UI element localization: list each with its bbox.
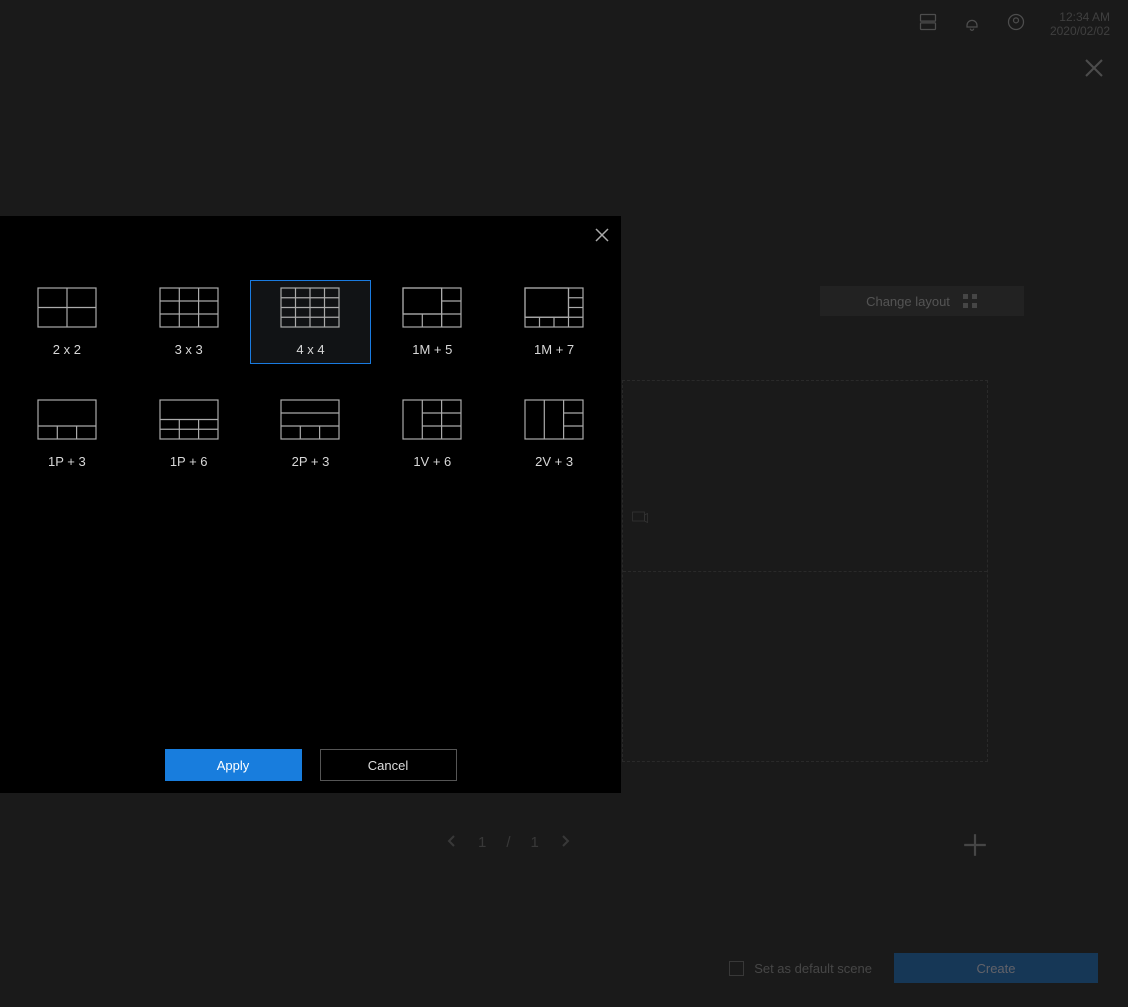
pager: 1 / 1 bbox=[446, 834, 571, 851]
scene-grid bbox=[622, 380, 988, 762]
clock: 12:34 AM 2020/02/02 bbox=[1050, 10, 1110, 39]
user-icon[interactable] bbox=[1006, 12, 1026, 37]
checkbox-box bbox=[729, 961, 744, 976]
layout-option-2x2[interactable]: 2 x 2 bbox=[6, 280, 128, 364]
prev-page-button[interactable] bbox=[446, 834, 458, 851]
layout-option-label: 2P + 3 bbox=[292, 454, 330, 469]
layout-grid: 2 x 2 3 x 3 4 x 4 1M + 5 1M + 7 1P + 3 1P + 6 2… bbox=[6, 280, 615, 476]
layout-thumb-icon bbox=[159, 287, 219, 328]
set-default-label: Set as default scene bbox=[754, 961, 872, 976]
layout-thumb-icon bbox=[524, 399, 584, 440]
layout-option-3x3[interactable]: 3 x 3 bbox=[128, 280, 250, 364]
clock-time: 12:34 AM bbox=[1050, 10, 1110, 24]
layout-option-1V6[interactable]: 1V + 6 bbox=[371, 392, 493, 476]
cancel-label: Cancel bbox=[368, 758, 408, 773]
layout-thumb-icon bbox=[159, 399, 219, 440]
layout-option-label: 1P + 6 bbox=[170, 454, 208, 469]
next-page-button[interactable] bbox=[559, 834, 571, 851]
create-label: Create bbox=[976, 961, 1015, 976]
layout-option-4x4[interactable]: 4 x 4 bbox=[250, 280, 372, 364]
pager-total: 1 bbox=[531, 834, 539, 851]
layout-option-1P6[interactable]: 1P + 6 bbox=[128, 392, 250, 476]
set-default-checkbox[interactable]: Set as default scene bbox=[729, 961, 872, 976]
layout-thumb-icon bbox=[280, 399, 340, 440]
layout-option-label: 3 x 3 bbox=[175, 342, 203, 357]
layout-thumb-icon bbox=[402, 399, 462, 440]
layout-option-label: 1P + 3 bbox=[48, 454, 86, 469]
page-close-button[interactable] bbox=[1082, 56, 1106, 80]
clock-date: 2020/02/02 bbox=[1050, 24, 1110, 38]
pager-current: 1 bbox=[478, 834, 486, 851]
layout-option-1M7[interactable]: 1M + 7 bbox=[493, 280, 615, 364]
layout-option-2P3[interactable]: 2P + 3 bbox=[250, 392, 372, 476]
layout-option-2V3[interactable]: 2V + 3 bbox=[493, 392, 615, 476]
pager-sep: / bbox=[506, 834, 510, 851]
layout-thumb-icon bbox=[37, 287, 97, 328]
close-icon bbox=[593, 226, 611, 244]
bell-icon[interactable] bbox=[962, 12, 982, 37]
change-layout-button[interactable]: Change layout bbox=[820, 286, 1024, 316]
layout-thumb-icon bbox=[402, 287, 462, 328]
storage-icon[interactable] bbox=[918, 12, 938, 37]
layout-thumb-icon bbox=[280, 287, 340, 328]
grid-icon bbox=[962, 293, 978, 309]
layout-option-1P3[interactable]: 1P + 3 bbox=[6, 392, 128, 476]
layout-option-label: 4 x 4 bbox=[296, 342, 324, 357]
add-page-button[interactable] bbox=[962, 832, 988, 858]
layout-option-label: 1V + 6 bbox=[413, 454, 451, 469]
layout-thumb-icon bbox=[524, 287, 584, 328]
layout-option-label: 1M + 5 bbox=[412, 342, 452, 357]
apply-button[interactable]: Apply bbox=[165, 749, 302, 781]
plus-icon bbox=[962, 832, 988, 858]
layout-option-label: 2 x 2 bbox=[53, 342, 81, 357]
bottom-bar: Set as default scene Create bbox=[729, 953, 1098, 983]
apply-label: Apply bbox=[217, 758, 250, 773]
modal-close-button[interactable] bbox=[593, 226, 611, 244]
modal-actions: Apply Cancel bbox=[0, 749, 621, 781]
layout-modal: 2 x 2 3 x 3 4 x 4 1M + 5 1M + 7 1P + 3 1P + 6 2… bbox=[0, 216, 621, 793]
layout-option-1M5[interactable]: 1M + 5 bbox=[371, 280, 493, 364]
top-bar: 12:34 AM 2020/02/02 bbox=[0, 0, 1128, 48]
change-layout-label: Change layout bbox=[866, 294, 950, 309]
layout-thumb-icon bbox=[37, 399, 97, 440]
chevron-right-icon bbox=[559, 835, 571, 847]
layout-option-label: 2V + 3 bbox=[535, 454, 573, 469]
layout-option-label: 1M + 7 bbox=[534, 342, 574, 357]
add-camera-icon bbox=[631, 509, 649, 527]
cancel-button[interactable]: Cancel bbox=[320, 749, 457, 781]
modal-body: 2 x 2 3 x 3 4 x 4 1M + 5 1M + 7 1P + 3 1P + 6 2… bbox=[0, 216, 621, 476]
create-button[interactable]: Create bbox=[894, 953, 1098, 983]
chevron-left-icon bbox=[446, 835, 458, 847]
